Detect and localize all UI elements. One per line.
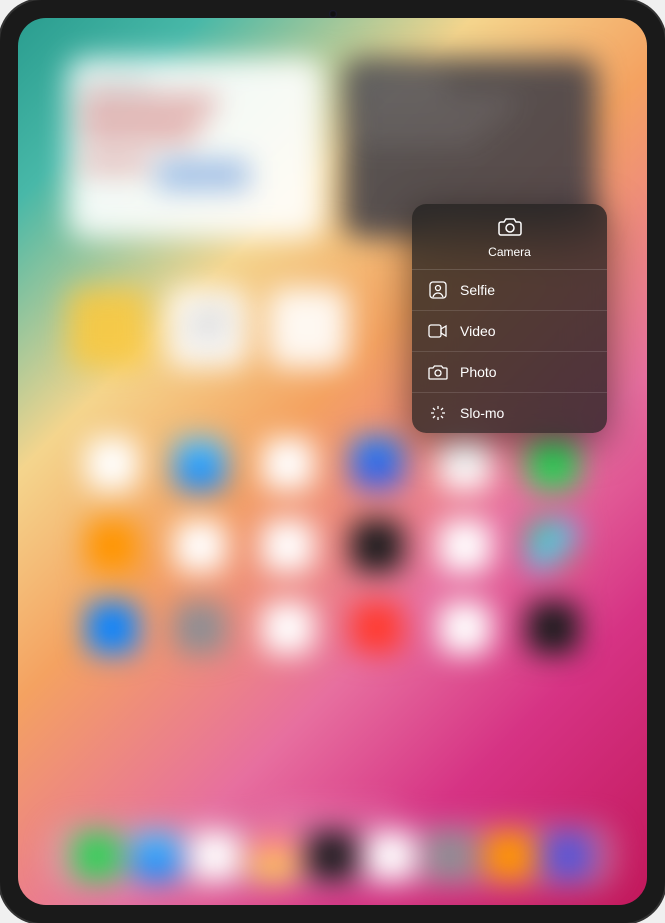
video-icon <box>428 321 448 341</box>
app-icon <box>262 438 314 490</box>
dock-icon <box>367 832 415 880</box>
person-square-icon <box>428 280 448 300</box>
app-icon <box>439 520 491 572</box>
menu-item-label: Video <box>460 323 591 339</box>
app-icon <box>351 438 403 490</box>
dock-icon <box>132 832 180 880</box>
dock <box>48 822 617 890</box>
ipad-frame: Camera Selfie <box>0 0 665 923</box>
dock-icon <box>426 832 474 880</box>
app-icon <box>439 602 491 654</box>
app-icon <box>174 602 226 654</box>
menu-item-slomo[interactable]: Slo-mo <box>412 393 607 433</box>
dock-icon <box>250 832 298 880</box>
camera-context-menu: Camera Selfie <box>412 204 607 433</box>
dock-icon <box>544 832 592 880</box>
app-icon <box>527 520 579 572</box>
dock-icon <box>308 832 356 880</box>
app-icon <box>174 520 226 572</box>
menu-title: Camera <box>488 245 531 259</box>
menu-header[interactable]: Camera <box>412 204 607 270</box>
menu-item-photo[interactable]: Photo <box>412 352 607 393</box>
app-icon <box>86 520 138 572</box>
calendar-widget <box>68 58 323 238</box>
menu-item-label: Slo-mo <box>460 405 591 421</box>
burst-icon <box>428 403 448 423</box>
app-icon <box>351 520 403 572</box>
app-icon <box>351 602 403 654</box>
app-icon <box>527 602 579 654</box>
home-indicator <box>268 809 398 813</box>
app-icon <box>86 438 138 490</box>
app-icon <box>262 602 314 654</box>
dock-icon <box>485 832 533 880</box>
screen: Camera Selfie <box>18 18 647 905</box>
menu-item-label: Selfie <box>460 282 591 298</box>
app-icon <box>262 520 314 572</box>
app-icon <box>527 438 579 490</box>
home-screen-blurred <box>18 18 647 905</box>
notes-widget <box>68 288 148 368</box>
menu-item-label: Photo <box>460 364 591 380</box>
dock-icon <box>73 832 121 880</box>
clock-widget <box>168 288 248 368</box>
widget-3 <box>268 288 348 368</box>
app-icon <box>439 438 491 490</box>
front-camera <box>329 10 337 18</box>
menu-item-selfie[interactable]: Selfie <box>412 270 607 311</box>
camera-icon <box>498 216 522 241</box>
app-icon <box>86 602 138 654</box>
camera-icon <box>428 362 448 382</box>
menu-item-video[interactable]: Video <box>412 311 607 352</box>
app-icon <box>174 438 226 490</box>
dock-icon <box>191 832 239 880</box>
